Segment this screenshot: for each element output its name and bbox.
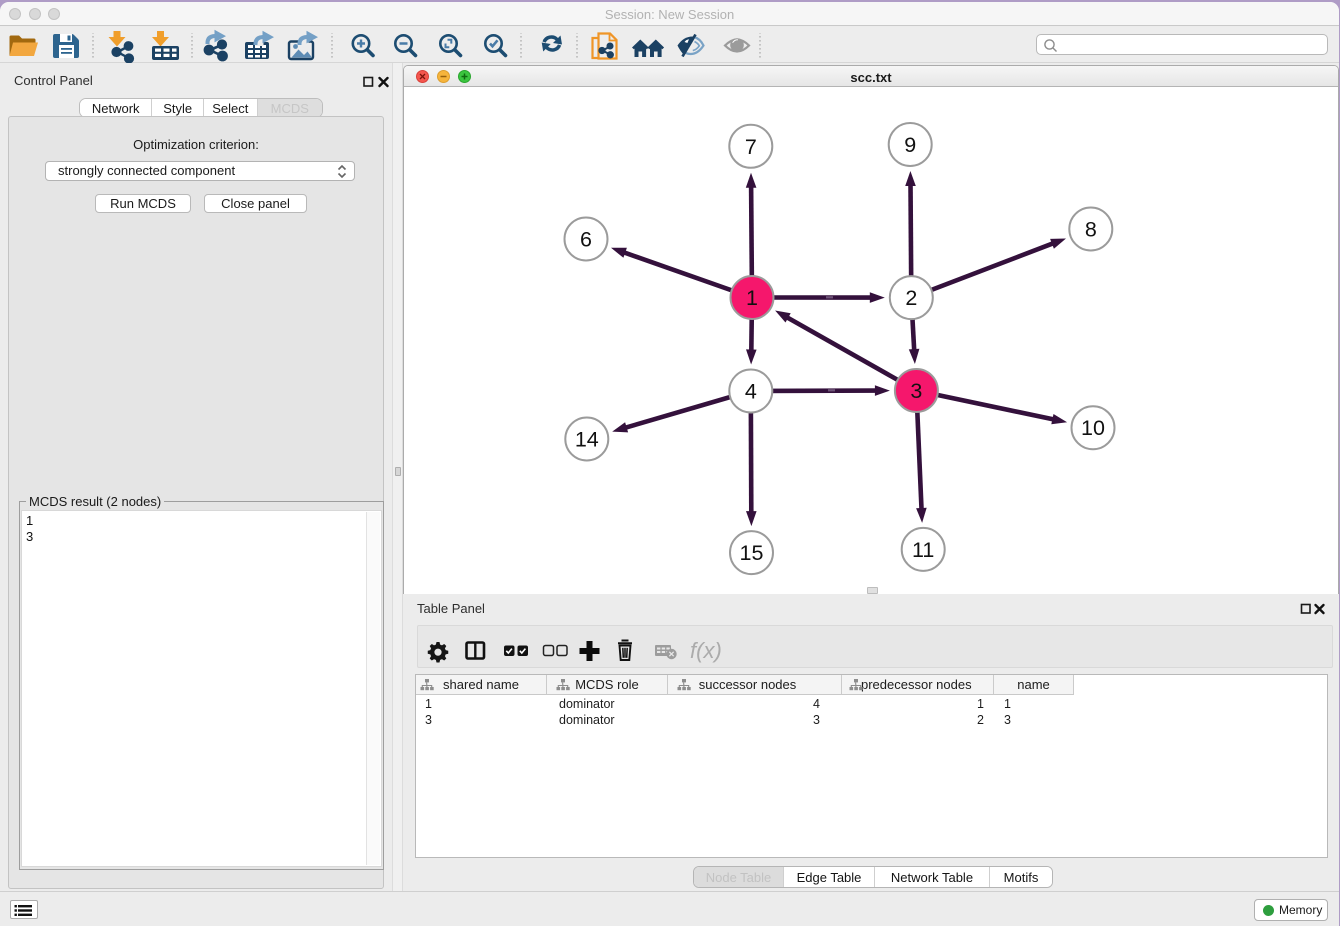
svg-text:9: 9 xyxy=(904,133,916,157)
svg-text:6: 6 xyxy=(580,228,592,252)
svg-text:1: 1 xyxy=(746,286,758,310)
svg-text:7: 7 xyxy=(745,135,757,159)
svg-text:11: 11 xyxy=(912,538,934,562)
svg-text:8: 8 xyxy=(1085,218,1097,242)
svg-text:f(x): f(x) xyxy=(690,638,722,663)
svg-text:10: 10 xyxy=(1081,416,1105,440)
svg-text:14: 14 xyxy=(575,428,599,452)
svg-text:15: 15 xyxy=(740,541,764,565)
svg-text:3: 3 xyxy=(910,379,922,403)
svg-text:2: 2 xyxy=(905,286,917,310)
svg-text:4: 4 xyxy=(745,380,757,404)
